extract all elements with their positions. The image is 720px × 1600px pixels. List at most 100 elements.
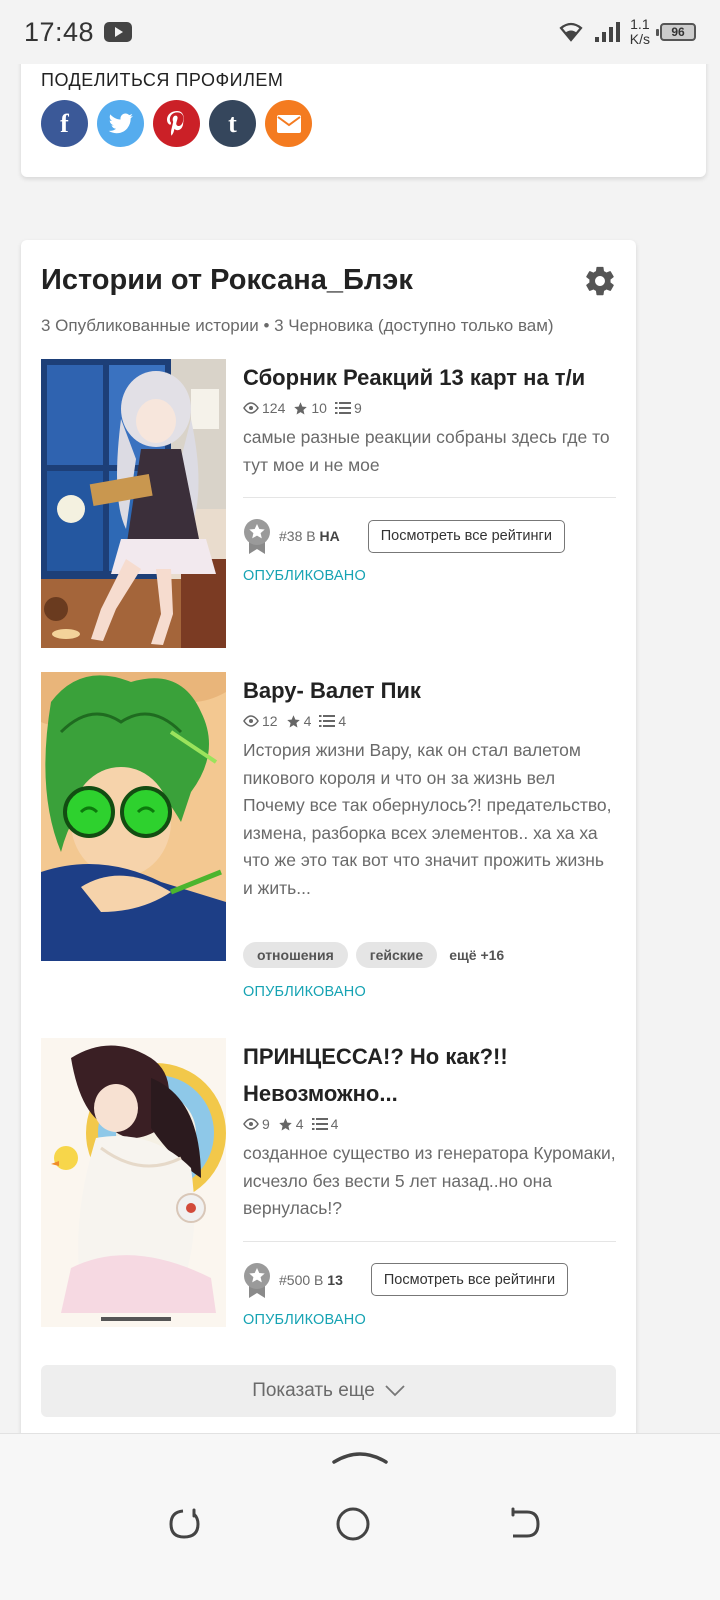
signal-icon [594, 21, 620, 43]
status-indicators: 1.1 K/s 96 [558, 17, 696, 47]
story-cover-image[interactable] [41, 359, 226, 648]
status-time: 17:48 [24, 16, 95, 47]
reads-stat: 12 [243, 713, 278, 729]
story-description: самые разные реакции собраны здесь где т… [243, 427, 610, 475]
ranking-row: #38 В НА Посмотреть все рейтинги [243, 518, 616, 554]
story-info: Вару- Валет Пик 12 4 4 История жизни Вар… [243, 672, 616, 1000]
story-item: Сборник Реакций 13 карт на т/и 124 10 9 … [41, 359, 616, 649]
story-description: созданное существо из генератора Куромак… [243, 1143, 616, 1218]
star-icon [286, 714, 300, 727]
tag-chip[interactable]: отношения [243, 942, 348, 968]
twitter-share-button[interactable] [97, 100, 144, 147]
reads-stat: 124 [243, 400, 285, 416]
story-cover-image[interactable] [41, 672, 226, 961]
share-profile-card: ПОДЕЛИТЬСЯ ПРОФИЛЕМ f t [21, 52, 706, 177]
votes-count: 4 [303, 713, 312, 729]
star-icon [279, 1117, 292, 1130]
parts-stat: 4 [311, 1116, 339, 1132]
recent-apps-icon[interactable] [164, 1504, 204, 1544]
divider [243, 1240, 616, 1242]
rank-preposition: В [314, 1271, 324, 1288]
parts-stat: 9 [334, 400, 362, 416]
reads-count: 9 [262, 1116, 270, 1132]
eye-icon [243, 402, 259, 414]
published-status: ОПУБЛИКОВАНО [243, 1311, 366, 1328]
network-speed-unit: K/s [629, 31, 650, 47]
story-item: ПРИНЦЕССА!? Но как?!! Невозможно... 9 4 … [41, 1038, 616, 1348]
facebook-share-button[interactable]: f [41, 100, 88, 147]
stories-count-subtitle: 3 Опубликованные истории • 3 Черновика (… [41, 316, 554, 335]
show-more-button[interactable]: Показать еще [41, 1365, 616, 1417]
wifi-icon [558, 22, 584, 42]
story-stats: 124 10 9 [243, 396, 616, 420]
more-tags-link[interactable]: ещё +16 [449, 947, 504, 963]
ranking-row: #500 В 13 Посмотреть все рейтинги [243, 1262, 616, 1298]
youtube-notification-icon [104, 22, 133, 42]
list-icon [334, 402, 351, 414]
rank-number: #500 [279, 1271, 311, 1288]
network-speed: 1.1 K/s [630, 17, 650, 47]
published-status: ОПУБЛИКОВАНО [243, 568, 366, 584]
pinterest-share-button[interactable] [153, 100, 200, 147]
battery-icon: 96 [656, 23, 696, 41]
network-speed-value: 1.1 [630, 16, 650, 32]
back-icon[interactable] [505, 1504, 545, 1544]
chevron-up-icon[interactable] [332, 1446, 388, 1466]
share-profile-title: ПОДЕЛИТЬСЯ ПРОФИЛЕМ [41, 70, 284, 90]
chevron-down-icon [385, 1385, 405, 1397]
story-title[interactable]: ПРИНЦЕССА!? Но как?!! Невозможно... [243, 1038, 616, 1112]
parts-count: 4 [338, 713, 347, 729]
reads-stat: 9 [243, 1116, 270, 1132]
reads-count: 12 [262, 713, 278, 729]
story-cover-image[interactable] [41, 1038, 226, 1327]
battery-level: 96 [671, 25, 685, 39]
list-icon [311, 1118, 328, 1130]
rank-tag: 13 [327, 1271, 343, 1288]
parts-stat: 4 [319, 713, 346, 729]
eye-icon [243, 1118, 259, 1130]
pinterest-icon [166, 110, 184, 136]
story-info: Сборник Реакций 13 карт на т/и 124 10 9 … [243, 359, 616, 584]
votes-stat: 10 [293, 400, 327, 416]
parts-count: 4 [330, 1116, 339, 1132]
mail-icon [276, 114, 301, 133]
stories-card: Истории от Роксана_Блэк 3 Опубликованные… [21, 240, 636, 1440]
parts-count: 9 [353, 400, 362, 416]
story-stats: 9 4 4 [243, 1112, 616, 1136]
story-title[interactable]: Сборник Реакций 13 карт на т/и [243, 359, 616, 396]
gear-icon[interactable] [583, 264, 617, 298]
story-info: ПРИНЦЕССА!? Но как?!! Невозможно... 9 4 … [243, 1038, 616, 1328]
story-tags: отношения гейские ещё +16 [243, 942, 616, 968]
rank-tag: НА [319, 528, 340, 544]
star-icon [294, 401, 308, 414]
ranking-text: #38 В НА [279, 528, 340, 544]
view-all-ratings-button[interactable]: Посмотреть все рейтинги [367, 519, 565, 553]
ranking-badge-icon [244, 519, 270, 554]
story-title[interactable]: Вару- Валет Пик [243, 672, 616, 709]
home-icon[interactable] [333, 1504, 373, 1544]
view-all-ratings-button[interactable]: Посмотреть все рейтинги [370, 1263, 569, 1296]
divider [243, 497, 616, 498]
reads-count: 124 [262, 400, 286, 416]
votes-stat: 4 [278, 1116, 304, 1132]
votes-count: 4 [295, 1116, 304, 1132]
tumblr-share-button[interactable]: t [209, 100, 256, 147]
list-icon [319, 715, 336, 727]
email-share-button[interactable] [265, 100, 312, 147]
rank-preposition: В [306, 528, 316, 544]
story-stats: 12 4 4 [243, 709, 616, 733]
system-navigation-bar [0, 1433, 720, 1600]
facebook-icon: f [60, 108, 69, 138]
tag-chip[interactable]: гейские [355, 942, 438, 968]
ranking-badge-icon [244, 1262, 270, 1298]
story-item: Вару- Валет Пик 12 4 4 История жизни Вар… [41, 672, 616, 1017]
eye-icon [243, 715, 259, 727]
story-description: История жизни Вару, как он стал валетом … [243, 740, 612, 898]
status-bar: 17:48 1.1 K/s 96 [0, 0, 720, 64]
rank-number: #38 [279, 528, 303, 544]
twitter-icon [108, 112, 133, 133]
social-share-buttons: f t [41, 100, 312, 147]
stories-section-title: Истории от Роксана_Блэк [41, 264, 413, 296]
ranking-text: #500 В 13 [279, 1272, 343, 1288]
tumblr-icon: t [228, 108, 237, 138]
